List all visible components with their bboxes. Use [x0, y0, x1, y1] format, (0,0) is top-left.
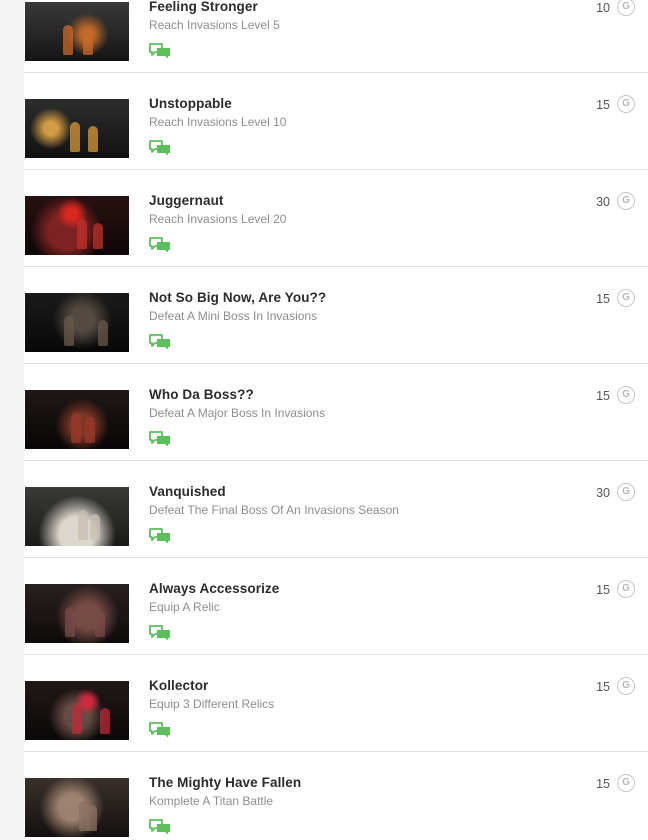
achievement-row: Juggernaut Reach Invasions Level 20 30 G — [24, 170, 648, 267]
achievement-thumbnail[interactable] — [25, 390, 129, 449]
thumbnail-figure — [65, 607, 75, 637]
gamerscore-badge: G — [617, 0, 635, 16]
gamerscore-badge: G — [617, 677, 635, 695]
achievement-description: Reach Invasions Level 5 — [149, 18, 280, 32]
comment-icon[interactable] — [149, 625, 171, 641]
gamerscore-value: 30 — [596, 195, 610, 209]
gamerscore-value: 15 — [596, 777, 610, 791]
thumbnail-figure — [63, 25, 73, 55]
achievement-description: Defeat A Major Boss In Invasions — [149, 406, 326, 420]
achievement-description: Equip 3 Different Relics — [149, 697, 275, 711]
gamerscore-value: 30 — [596, 486, 610, 500]
achievement-thumbnail[interactable] — [25, 681, 129, 740]
comment-icon[interactable] — [149, 528, 171, 544]
thumbnail-figure — [98, 320, 108, 346]
left-rail — [0, 0, 24, 840]
thumbnail-figure — [90, 514, 100, 540]
achievement-title[interactable]: Vanquished — [149, 484, 226, 499]
achievement-description: Equip A Relic — [149, 600, 220, 614]
achievement-title[interactable]: Kollector — [149, 678, 208, 693]
gamerscore-badge: G — [617, 289, 635, 307]
thumbnail-figure — [100, 708, 110, 734]
thumbnail-figure — [88, 126, 98, 152]
comment-icon[interactable] — [149, 722, 171, 738]
achievement-title[interactable]: Not So Big Now, Are You?? — [149, 290, 326, 305]
achievement-description: Reach Invasions Level 10 — [149, 115, 287, 129]
thumbnail-figure — [78, 510, 88, 540]
gamerscore-badge: G — [617, 386, 635, 404]
achievement-thumbnail[interactable] — [25, 778, 129, 837]
achievement-description: Defeat A Mini Boss In Invasions — [149, 309, 318, 323]
gamerscore-badge: G — [617, 95, 635, 113]
gamerscore-badge: G — [617, 774, 635, 792]
achievement-row: Always Accessorize Equip A Relic 15 G — [24, 558, 648, 655]
thumbnail-figure — [87, 805, 97, 831]
gamerscore-value: 15 — [596, 98, 610, 112]
achievement-title[interactable]: Who Da Boss?? — [149, 387, 254, 402]
achievement-title[interactable]: Unstoppable — [149, 96, 232, 111]
achievement-description: Reach Invasions Level 20 — [149, 212, 287, 226]
achievement-thumbnail[interactable] — [25, 487, 129, 546]
achievement-thumbnail[interactable] — [25, 196, 129, 255]
thumbnail-figure — [64, 316, 74, 346]
gamerscore-value: 15 — [596, 583, 610, 597]
achievement-row: Kollector Equip 3 Different Relics 15 G — [24, 655, 648, 752]
achievement-title[interactable]: Juggernaut — [149, 193, 224, 208]
gamerscore-value: 15 — [596, 389, 610, 403]
achievement-list: Feeling Stronger Reach Invasions Level 5… — [24, 0, 648, 840]
achievement-list-page: Feeling Stronger Reach Invasions Level 5… — [0, 0, 648, 840]
achievement-row: Unstoppable Reach Invasions Level 10 15 … — [24, 73, 648, 170]
thumbnail-figure — [93, 223, 103, 249]
achievement-thumbnail[interactable] — [25, 293, 129, 352]
achievement-thumbnail[interactable] — [25, 584, 129, 643]
gamerscore-badge: G — [617, 483, 635, 501]
achievement-title[interactable]: Feeling Stronger — [149, 0, 258, 14]
thumbnail-figure — [83, 29, 93, 55]
gamerscore-value: 10 — [596, 1, 610, 15]
thumbnail-figure — [72, 704, 82, 734]
achievement-thumbnail[interactable] — [25, 99, 129, 158]
thumbnail-figure — [70, 122, 80, 152]
thumbnail-figure — [71, 413, 81, 443]
achievement-row: Feeling Stronger Reach Invasions Level 5… — [24, 0, 648, 73]
achievement-row: Who Da Boss?? Defeat A Major Boss In Inv… — [24, 364, 648, 461]
thumbnail-figure — [95, 611, 105, 637]
achievement-description: Komplete A Titan Battle — [149, 794, 274, 808]
comment-icon[interactable] — [149, 140, 171, 156]
gamerscore-value: 15 — [596, 680, 610, 694]
thumbnail-figure — [77, 219, 87, 249]
achievement-title[interactable]: Always Accessorize — [149, 581, 279, 596]
comment-icon[interactable] — [149, 819, 171, 835]
achievement-title[interactable]: The Mighty Have Fallen — [149, 775, 301, 790]
comment-icon[interactable] — [149, 334, 171, 350]
achievement-description: Defeat The Final Boss Of An Invasions Se… — [149, 503, 399, 517]
gamerscore-value: 15 — [596, 292, 610, 306]
comment-icon[interactable] — [149, 431, 171, 447]
comment-icon[interactable] — [149, 43, 171, 59]
gamerscore-badge: G — [617, 192, 635, 210]
achievement-thumbnail[interactable] — [25, 2, 129, 61]
achievement-row: Vanquished Defeat The Final Boss Of An I… — [24, 461, 648, 558]
achievement-row: The Mighty Have Fallen Komplete A Titan … — [24, 752, 648, 840]
thumbnail-figure — [85, 417, 95, 443]
achievement-row: Not So Big Now, Are You?? Defeat A Mini … — [24, 267, 648, 364]
gamerscore-badge: G — [617, 580, 635, 598]
comment-icon[interactable] — [149, 237, 171, 253]
